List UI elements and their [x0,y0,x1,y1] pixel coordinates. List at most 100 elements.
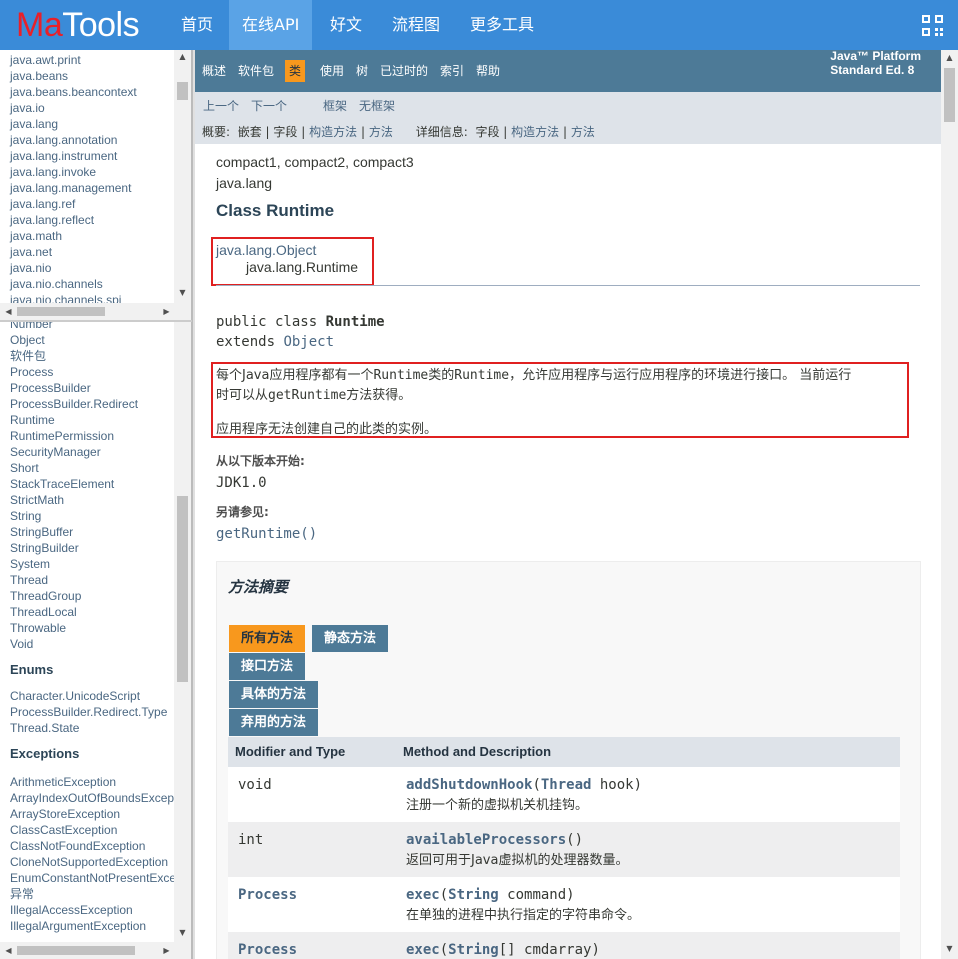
classe-item[interactable]: StringBuilder [10,540,175,556]
classe-item[interactable]: Runtime [10,412,175,428]
scroll-up-icon[interactable]: ▲ [941,53,958,63]
topbar-tree[interactable]: 树 [356,62,368,80]
exception-item[interactable]: IllegalArgumentException [10,918,175,934]
class-list-scrollbar[interactable]: ▼ [174,322,191,942]
scroll-down-icon[interactable]: ▼ [941,944,958,954]
classe-item[interactable]: ThreadLocal [10,604,175,620]
package-list-scrollbar[interactable]: ▲ ▼ [174,50,191,303]
scroll-down-icon[interactable]: ▼ [174,288,191,298]
nav-articles[interactable]: 好文 [317,0,375,50]
package-item[interactable]: java.awt.print [10,52,191,68]
method-name-link[interactable]: exec [406,942,440,958]
package-item[interactable]: java.math [10,228,191,244]
exception-item[interactable]: ArithmeticException [10,774,175,790]
summary-constructor-link[interactable]: 构造方法 [309,125,357,139]
classe-item[interactable]: StackTraceElement [10,476,175,492]
package-item[interactable]: java.beans [10,68,191,84]
scroll-up-icon[interactable]: ▲ [174,52,191,62]
tab-deprecated-methods[interactable]: 弃用的方法 [229,709,319,736]
scrollbar-thumb[interactable] [177,82,188,100]
scroll-down-icon[interactable]: ▼ [174,928,191,938]
param-type-link[interactable]: String [448,942,499,958]
package-item[interactable]: java.lang.annotation [10,132,191,148]
exception-item[interactable]: ArrayStoreException [10,806,175,822]
exception-item[interactable]: CloneNotSupportedException [10,854,175,870]
classe-item[interactable]: Thread [10,572,175,588]
nav-more-tools[interactable]: 更多工具 [457,0,547,50]
package-item[interactable]: java.lang.invoke [10,164,191,180]
hscrollbar-thumb[interactable] [17,946,135,955]
scroll-right-icon[interactable]: ▶ [158,307,175,317]
package-item[interactable]: java.lang [10,116,191,132]
package-item[interactable]: java.beans.beancontext [10,84,191,100]
classe-item[interactable]: SecurityManager [10,444,175,460]
exception-item[interactable]: ArrayIndexOutOfBoundsException [10,790,191,806]
param-type-link[interactable]: Thread [541,777,592,793]
package-item[interactable]: java.nio.channels [10,276,191,292]
scroll-left-icon[interactable]: ◀ [0,946,17,956]
exception-item[interactable]: ClassCastException [10,822,175,838]
classe-item[interactable]: RuntimePermission [10,428,175,444]
tab-static-methods[interactable]: 静态方法 [312,625,389,652]
topbar-package[interactable]: 软件包 [238,62,274,80]
param-type-link[interactable]: String [448,887,499,903]
classe-item[interactable]: ProcessBuilder [10,380,175,396]
topbar-index[interactable]: 索引 [440,62,464,80]
classe-item[interactable]: Process [10,364,175,380]
package-item[interactable]: java.io [10,100,191,116]
method-name-link[interactable]: addShutdownHook [406,777,532,793]
package-item[interactable]: java.lang.instrument [10,148,191,164]
package-item[interactable]: java.lang.reflect [10,212,191,228]
classe-item[interactable]: System [10,556,175,572]
classe-item[interactable]: StrictMath [10,492,175,508]
topbar-help[interactable]: 帮助 [476,62,500,80]
enum-item[interactable]: ProcessBuilder.Redirect.Type [10,704,175,720]
noframes-link[interactable]: 无框架 [359,98,395,114]
classe-item[interactable]: Short [10,460,175,476]
prev-class-link[interactable]: 上一个 [203,98,239,114]
classe-item[interactable]: String [10,508,175,524]
classe-item[interactable]: ThreadGroup [10,588,175,604]
tab-all-methods[interactable]: 所有方法 [229,625,306,652]
package-item[interactable]: java.lang.management [10,180,191,196]
frames-link[interactable]: 框架 [323,98,347,114]
topbar-overview[interactable]: 概述 [202,62,226,80]
package-item[interactable]: java.lang.ref [10,196,191,212]
classe-item[interactable]: Void [10,636,175,652]
method-name-link[interactable]: availableProcessors [406,832,566,848]
scroll-right-icon[interactable]: ▶ [158,946,175,956]
enum-item[interactable]: Character.UnicodeScript [10,688,175,704]
row-modifier-type[interactable]: Process [238,886,297,904]
scrollbar-thumb[interactable] [944,68,955,122]
site-logo[interactable]: MaTools [16,4,140,46]
enum-item[interactable]: Thread.State [10,720,175,736]
qrcode-icon[interactable] [922,15,943,36]
nav-home[interactable]: 首页 [168,0,226,50]
topbar-deprecated[interactable]: 已过时的 [380,62,428,80]
exception-item[interactable]: IllegalAccessException [10,902,175,918]
exception-item[interactable]: 异常 [10,886,175,902]
scroll-left-icon[interactable]: ◀ [0,307,17,317]
classe-item[interactable]: Throwable [10,620,175,636]
package-list-hscrollbar[interactable]: ◀ ▶ [0,303,191,320]
tab-concrete-methods[interactable]: 具体的方法 [229,681,319,708]
scrollbar-thumb[interactable] [177,496,188,682]
main-scrollbar[interactable]: ▲ ▼ [941,50,958,959]
detail-method-link[interactable]: 方法 [571,125,595,139]
class-list-hscrollbar[interactable]: ◀ ▶ [0,942,191,959]
classe-item[interactable]: Object [10,332,175,348]
classe-item[interactable]: 软件包 [10,348,175,364]
row-modifier-type[interactable]: Process [238,941,297,959]
next-class-link[interactable]: 下一个 [251,98,287,114]
exception-item[interactable]: ClassNotFoundException [10,838,175,854]
tab-instance-methods[interactable]: 接口方法 [229,653,306,680]
classe-item[interactable]: StringBuffer [10,524,175,540]
extends-object-link[interactable]: Object [283,334,334,350]
classe-item[interactable]: Number [10,322,175,332]
detail-constructor-link[interactable]: 构造方法 [511,125,559,139]
nav-online-api[interactable]: 在线API [229,0,313,50]
topbar-use[interactable]: 使用 [320,62,344,80]
see-also-link[interactable]: getRuntime() [216,526,317,542]
classe-item[interactable]: ProcessBuilder.Redirect [10,396,175,412]
exception-item[interactable]: EnumConstantNotPresentException [10,870,191,886]
